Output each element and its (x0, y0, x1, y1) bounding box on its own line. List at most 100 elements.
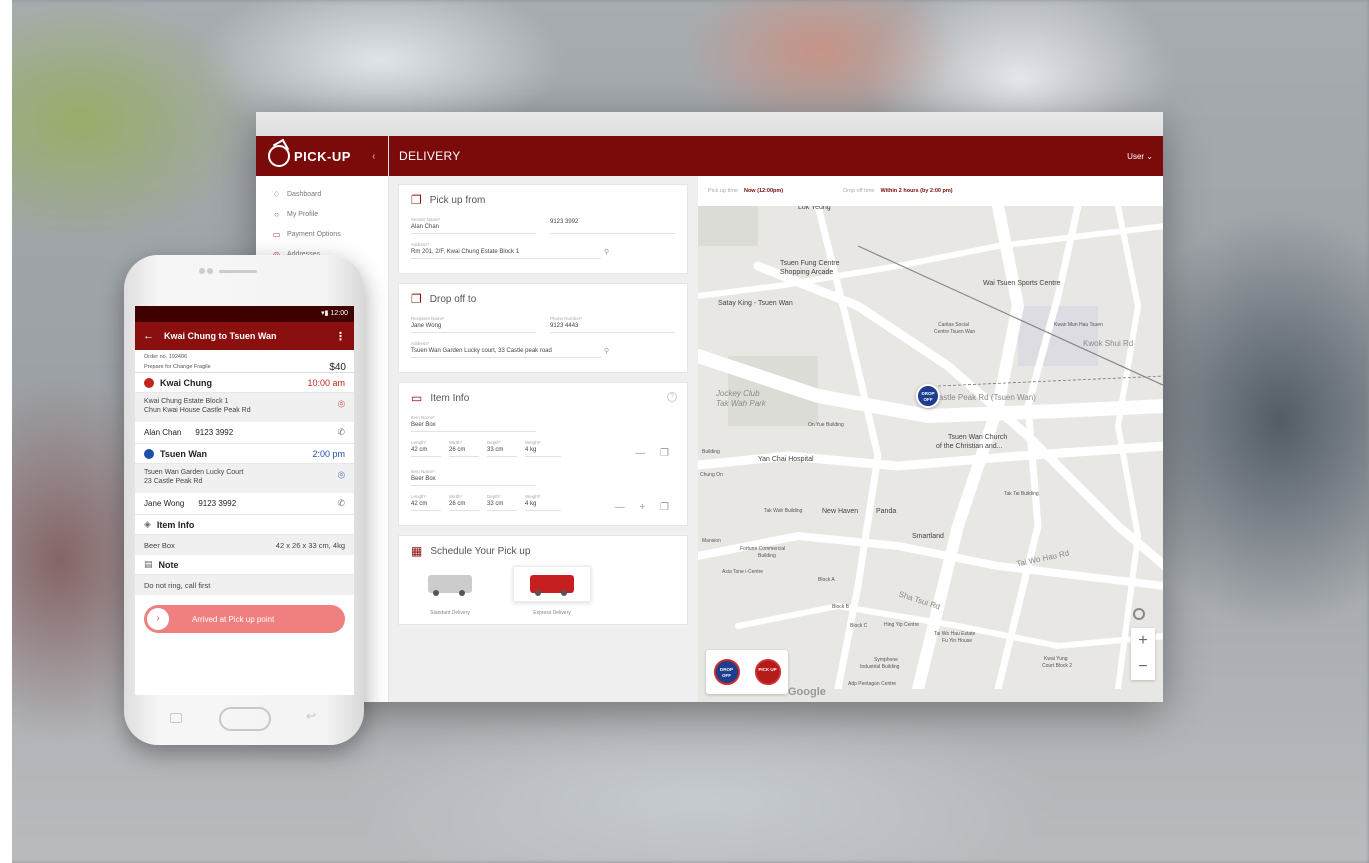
length-field[interactable]: Length* 42 cm (411, 438, 441, 457)
app-bar: ← Kwai Chung to Tsuen Wan ⋮ (135, 322, 354, 350)
arrived-button[interactable]: › Arrived at Pick up point (144, 605, 345, 633)
map-label: Symphone (874, 657, 898, 663)
header-bar: DELIVERY User ⌄ (389, 136, 1163, 176)
delivery-options: Standard Delivery Express Delivery (411, 566, 675, 616)
sender-name-field[interactable]: Sender Name* Alan Chan (411, 215, 536, 234)
length-field[interactable]: Length* 42 cm (411, 492, 441, 511)
field-label: Width* (449, 440, 463, 445)
search-icon[interactable]: ⚲ (604, 347, 609, 355)
option-label: Express Delivery (533, 610, 571, 616)
zoom-in-button[interactable]: + (1131, 628, 1155, 654)
dropoff-heading: ❐ Drop off to (411, 292, 675, 306)
map-label: Chung On (700, 472, 723, 478)
search-icon[interactable]: ⚲ (604, 248, 609, 256)
depth-field[interactable]: Depth* 33 cm (487, 438, 517, 457)
brand-name: PICK-UP (294, 148, 351, 164)
dropoff-legend-marker[interactable]: DROP OFF (713, 659, 740, 685)
width-field[interactable]: Width* 26 cm (449, 492, 479, 511)
item-dimensions-row: Length* 42 cm Width* 26 cm Depth* 33 cm Wei… (411, 492, 675, 517)
pickup-time-value[interactable]: Now (12:00pm) (744, 188, 783, 194)
map-label: On Yue Building (808, 422, 844, 428)
pickup-address[interactable]: Kwai Chung Estate Block 1 Chun Kwai Hous… (135, 393, 354, 422)
home-button[interactable] (219, 707, 271, 731)
status-bar: ▾▮ 12:00 (135, 306, 354, 322)
contact-phone: 9123 3992 (198, 499, 237, 508)
standard-delivery-option[interactable]: Standard Delivery (411, 566, 489, 616)
field-label: Address* (411, 242, 430, 247)
field-label: Width* (449, 494, 463, 499)
field-value: 33 cm (487, 501, 504, 507)
address-line-2: Chun Kwai House Castle Peak Rd (144, 407, 251, 414)
speaker-grille (219, 270, 257, 273)
more-menu-icon[interactable]: ⋮ (335, 330, 346, 343)
map-label: Jockey Club (716, 389, 760, 398)
sidebar-item-payment-options[interactable]: ▭ Payment Options (256, 224, 388, 244)
locate-me-icon[interactable] (1133, 608, 1145, 620)
brand-logo[interactable]: PICK-UP ‹ (256, 136, 388, 176)
help-icon[interactable]: ? (667, 392, 677, 402)
back-icon[interactable]: ↩ (306, 709, 316, 723)
map-pin-icon[interactable]: ⌾ (338, 469, 345, 481)
pickup-title: Pick up from (429, 194, 486, 206)
weight-field[interactable]: Weight* 4 kg (525, 492, 561, 511)
weight-field[interactable]: Weight* 4 kg (525, 438, 561, 457)
sender-phone-field[interactable]: 9123 3992 (550, 215, 675, 234)
dropoff-address-field[interactable]: Address* Tsuen Wan Garden Lucky court, 3… (411, 339, 609, 358)
field-label: Recipient Name* (411, 316, 445, 321)
map-pin-icon[interactable]: ⌾ (338, 398, 345, 410)
map-label: Adp Pentagon Centre (848, 681, 897, 687)
pickup-address-field[interactable]: Address* Rm 201, 2/F, Kwai Chung Estate … (411, 240, 609, 259)
field-label: Sender Name* (411, 217, 441, 222)
note-row: Do not ring, call first (135, 575, 354, 595)
map-label: Asia Tone i-Centre (722, 569, 764, 575)
package-icon: ❐ (411, 193, 422, 207)
map-panel[interactable]: Pick up time Now (12:00pm) Drop off time… (698, 176, 1163, 702)
recent-apps-icon[interactable] (170, 713, 182, 723)
sidebar-item-my-profile[interactable]: ○ My Profile (256, 204, 388, 224)
field-value: Tsuen Wan Garden Lucky court, 33 Castle … (411, 348, 552, 354)
contact-name: Alan Chan (144, 428, 182, 437)
collapse-sidebar-icon[interactable]: ‹ (372, 151, 376, 162)
desktop-body: PICK-UP ‹ ♢ Dashboard ○ My Profile ▭ Pay… (256, 136, 1163, 702)
express-truck-image (513, 566, 591, 602)
item-entry: Item Name* Beer Box Length* 42 cm Width* 2… (411, 467, 675, 517)
desktop-window: PICK-UP ‹ ♢ Dashboard ○ My Profile ▭ Pay… (256, 112, 1163, 702)
standard-truck-image (411, 566, 489, 602)
item-name-field[interactable]: Item Name* Beer Box (411, 413, 536, 432)
recipient-name-field[interactable]: Recipient Name* Jane Wong (411, 314, 536, 333)
pickup-marker-icon (144, 377, 154, 388)
item-row: Beer Box 42 x 26 x 33 cm, 4kg (135, 535, 354, 555)
map-label: Panda (876, 508, 897, 515)
express-delivery-option[interactable]: Express Delivery (513, 566, 591, 616)
item-row-actions[interactable]: — + ❐ (615, 502, 675, 513)
delivery-form: ❐ Pick up from Sender Name* Alan Chan 912… (389, 176, 698, 702)
sidebar-item-label: My Profile (287, 210, 319, 218)
pickup-legend-marker[interactable]: PICK UP (754, 659, 781, 685)
map-label: Satay King - Tsuen Wan (718, 300, 793, 307)
option-label: Standard Delivery (430, 610, 470, 616)
item-name-field[interactable]: Item Name* Beer Box (411, 467, 536, 486)
zoom-out-button[interactable]: − (1131, 654, 1155, 680)
phone-call-icon[interactable]: ✆ (337, 427, 345, 438)
field-value: 4 kg (525, 447, 537, 453)
pickup-time: 10:00 am (307, 377, 345, 388)
back-arrow-icon[interactable]: ← (143, 330, 154, 342)
dropoff-time-value[interactable]: Within 2 hours (by 2:00 pm) (880, 188, 952, 194)
dropoff-map-pin[interactable]: DROP OFF (916, 384, 940, 408)
sidebar-item-label: Dashboard (287, 190, 322, 198)
pickup-name-row: Sender Name* Alan Chan 9123 3992 (411, 215, 675, 240)
item-row-actions[interactable]: — ❐ (635, 448, 675, 459)
user-menu[interactable]: User ⌄ (1127, 152, 1153, 161)
dropoff-address[interactable]: Tsuen Wan Garden Lucky Court 23 Castle P… (135, 464, 354, 493)
schedule-heading: ▦ Schedule Your Pick up (411, 544, 675, 558)
dropoff-card: ❐ Drop off to Recipient Name* Jane Wong P… (398, 283, 688, 373)
pickup-card: ❐ Pick up from Sender Name* Alan Chan 912… (398, 184, 688, 274)
depth-field[interactable]: Depth* 33 cm (487, 492, 517, 511)
width-field[interactable]: Width* 26 cm (449, 438, 479, 457)
sidebar-item-dashboard[interactable]: ♢ Dashboard (256, 184, 388, 204)
recipient-phone-field[interactable]: Phone Number* 9123 4443 (550, 314, 675, 333)
box-icon: ▭ (411, 391, 423, 405)
google-logo: Google (788, 686, 826, 698)
phone-call-icon[interactable]: ✆ (337, 498, 345, 509)
map-label: Court Block 2 (1042, 663, 1073, 669)
